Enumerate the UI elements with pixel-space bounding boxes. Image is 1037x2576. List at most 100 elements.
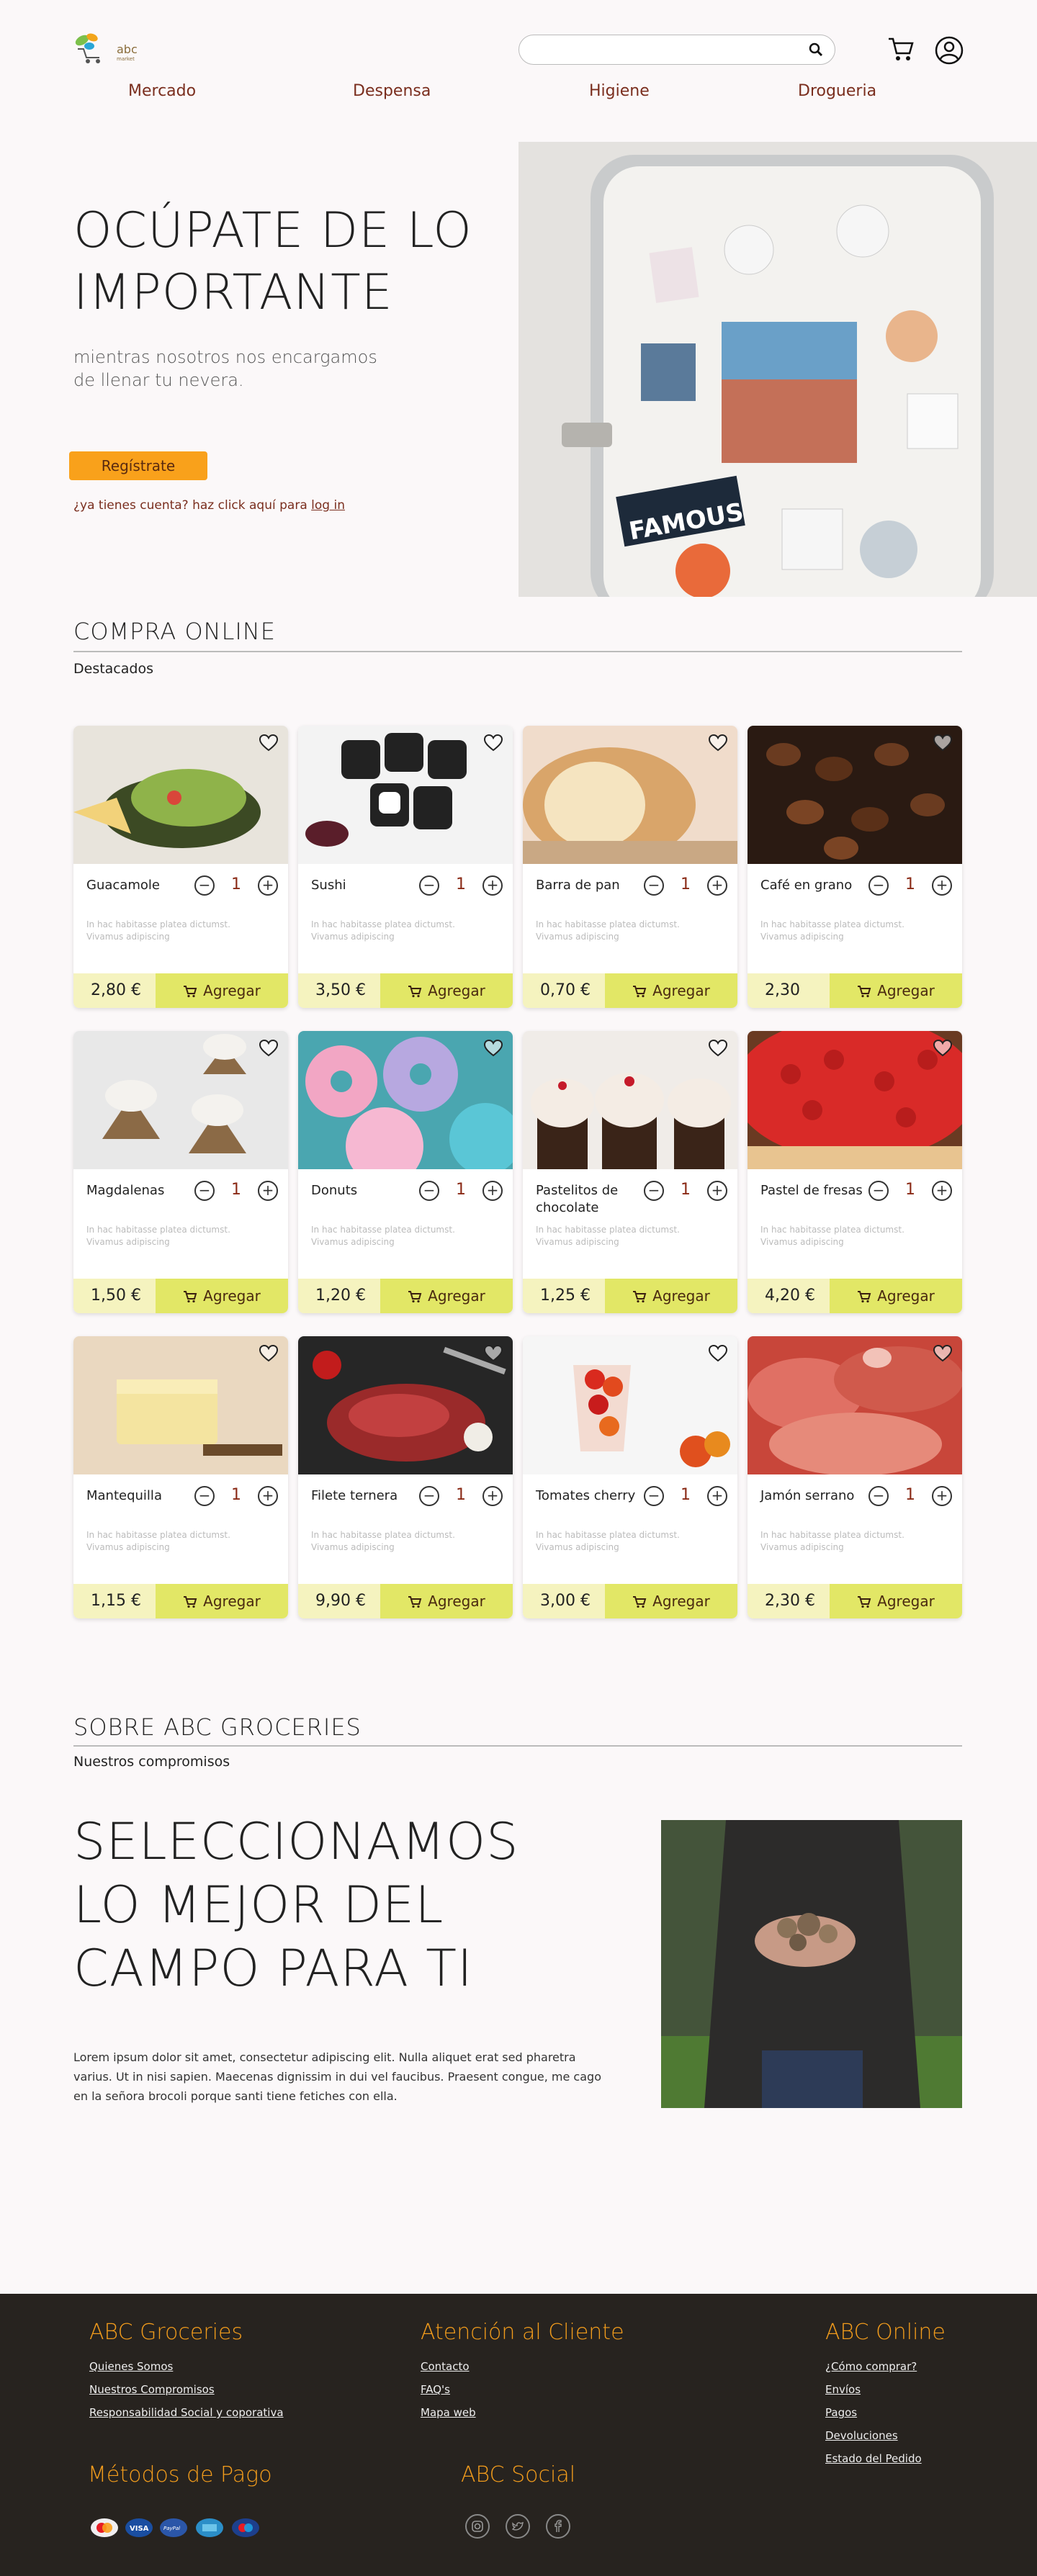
favorite-heart-icon[interactable]: [933, 734, 952, 752]
product-image[interactable]: [73, 1031, 288, 1169]
product-description: In hac habitasse platea dictumst. Vivamu…: [311, 919, 455, 942]
logo[interactable]: abc market: [73, 32, 138, 68]
cart-icon: [858, 986, 871, 998]
search-icon[interactable]: [809, 42, 823, 57]
product-image[interactable]: [523, 1336, 737, 1474]
increase-quantity-button[interactable]: +: [707, 1486, 727, 1506]
add-to-cart-button[interactable]: Agregar: [605, 973, 737, 1008]
decrease-quantity-button[interactable]: −: [644, 1181, 664, 1201]
increase-quantity-button[interactable]: +: [258, 875, 278, 896]
favorite-heart-icon[interactable]: [933, 1040, 952, 1057]
register-button[interactable]: Regístrate: [69, 451, 207, 480]
decrease-quantity-button[interactable]: −: [868, 1181, 889, 1201]
increase-quantity-button[interactable]: +: [932, 1181, 952, 1201]
add-to-cart-button[interactable]: Agregar: [380, 973, 513, 1008]
product-name: Magdalenas: [86, 1183, 165, 1198]
product-image[interactable]: [748, 726, 962, 864]
product-price: 2,30 €: [748, 1584, 830, 1618]
product-image[interactable]: [73, 1336, 288, 1474]
footer-link-mapa-web[interactable]: Mapa web: [421, 2406, 476, 2419]
favorite-heart-icon[interactable]: [709, 1040, 727, 1057]
user-account-icon[interactable]: [935, 36, 964, 65]
increase-quantity-button[interactable]: +: [482, 1486, 503, 1506]
footer-link-responsabilidad[interactable]: Responsabilidad Social y coporativa: [89, 2406, 284, 2419]
add-to-cart-label: Agregar: [652, 1287, 710, 1305]
product-card: Filete ternera −1 + In hac habitasse platea…: [298, 1336, 513, 1618]
login-prompt: ¿ya tienes cuenta? haz click aquí para l…: [73, 498, 345, 513]
add-to-cart-button[interactable]: Agregar: [156, 1279, 288, 1313]
increase-quantity-button[interactable]: +: [258, 1486, 278, 1506]
login-link[interactable]: log in: [311, 498, 345, 513]
footer-link-devoluciones[interactable]: Devoluciones: [825, 2429, 898, 2442]
favorite-heart-icon[interactable]: [484, 1040, 503, 1057]
nav-item-despensa[interactable]: Despensa: [353, 82, 431, 100]
favorite-heart-icon[interactable]: [933, 1345, 952, 1362]
add-to-cart-button[interactable]: Agregar: [156, 973, 288, 1008]
cart-icon[interactable]: [887, 36, 915, 62]
footer-link-quienes-somos[interactable]: Quienes Somos: [89, 2360, 173, 2373]
add-to-cart-button[interactable]: Agregar: [605, 1279, 737, 1313]
search-bar[interactable]: [518, 35, 835, 65]
favorite-heart-icon[interactable]: [484, 734, 503, 752]
add-to-cart-button[interactable]: Agregar: [380, 1279, 513, 1313]
add-to-cart-button[interactable]: Agregar: [605, 1584, 737, 1618]
instagram-icon[interactable]: [465, 2514, 490, 2539]
increase-quantity-button[interactable]: +: [482, 1181, 503, 1201]
increase-quantity-button[interactable]: +: [258, 1181, 278, 1201]
product-image[interactable]: [298, 1336, 513, 1474]
add-to-cart-button[interactable]: Agregar: [830, 1584, 962, 1618]
increase-quantity-button[interactable]: +: [707, 1181, 727, 1201]
add-to-cart-label: Agregar: [652, 1593, 710, 1610]
increase-quantity-button[interactable]: +: [932, 875, 952, 896]
decrease-quantity-button[interactable]: −: [868, 875, 889, 896]
decrease-quantity-button[interactable]: −: [419, 875, 439, 896]
increase-quantity-button[interactable]: +: [482, 875, 503, 896]
footer-link-como-comprar[interactable]: ¿Cómo comprar?: [825, 2360, 917, 2373]
decrease-quantity-button[interactable]: −: [868, 1486, 889, 1506]
nav-item-mercado[interactable]: Mercado: [128, 82, 196, 100]
twitter-icon[interactable]: [506, 2514, 530, 2539]
add-to-cart-button[interactable]: Agregar: [380, 1584, 513, 1618]
favorite-heart-icon[interactable]: [259, 1040, 278, 1057]
search-input[interactable]: [534, 35, 800, 63]
footer-payment-title: Métodos de Pago: [88, 2462, 272, 2487]
favorite-heart-icon[interactable]: [259, 1345, 278, 1362]
footer-link-estado-pedido[interactable]: Estado del Pedido: [825, 2452, 922, 2465]
decrease-quantity-button[interactable]: −: [419, 1486, 439, 1506]
favorite-heart-icon[interactable]: [484, 1345, 503, 1362]
favorite-heart-icon[interactable]: [709, 1345, 727, 1362]
product-image[interactable]: [748, 1031, 962, 1169]
decrease-quantity-button[interactable]: −: [194, 875, 215, 896]
nav-item-drogueria[interactable]: Drogueria: [798, 82, 876, 100]
decrease-quantity-button[interactable]: −: [194, 1486, 215, 1506]
favorite-heart-icon[interactable]: [709, 734, 727, 752]
add-to-cart-button[interactable]: Agregar: [830, 1279, 962, 1313]
product-image[interactable]: [748, 1336, 962, 1474]
footer-link-envios[interactable]: Envíos: [825, 2383, 861, 2396]
favorite-heart-icon[interactable]: [259, 734, 278, 752]
increase-quantity-button[interactable]: +: [707, 875, 727, 896]
decrease-quantity-button[interactable]: −: [644, 875, 664, 896]
product-image[interactable]: [523, 726, 737, 864]
add-to-cart-button[interactable]: Agregar: [830, 973, 962, 1008]
product-image[interactable]: [73, 726, 288, 864]
decrease-quantity-button[interactable]: −: [644, 1486, 664, 1506]
footer-link-pagos[interactable]: Pagos: [825, 2406, 857, 2419]
footer-link-contacto[interactable]: Contacto: [421, 2360, 470, 2373]
product-price: 1,25 €: [523, 1279, 605, 1313]
nav-item-higiene[interactable]: Higiene: [589, 82, 650, 100]
add-to-cart-button[interactable]: Agregar: [156, 1584, 288, 1618]
decrease-quantity-button[interactable]: −: [419, 1181, 439, 1201]
product-image[interactable]: [298, 726, 513, 864]
quantity-stepper: −1 +: [419, 1181, 503, 1202]
product-image[interactable]: [523, 1031, 737, 1169]
product-name: Guacamole: [86, 878, 160, 893]
decrease-quantity-button[interactable]: −: [194, 1181, 215, 1201]
increase-quantity-button[interactable]: +: [932, 1486, 952, 1506]
footer-link-faqs[interactable]: FAQ's: [421, 2383, 450, 2396]
facebook-icon[interactable]: [546, 2514, 570, 2539]
footer-link-compromisos[interactable]: Nuestros Compromisos: [89, 2383, 215, 2396]
add-to-cart-label: Agregar: [203, 1287, 261, 1305]
quantity-stepper: −1 +: [868, 1181, 952, 1202]
product-image[interactable]: [298, 1031, 513, 1169]
